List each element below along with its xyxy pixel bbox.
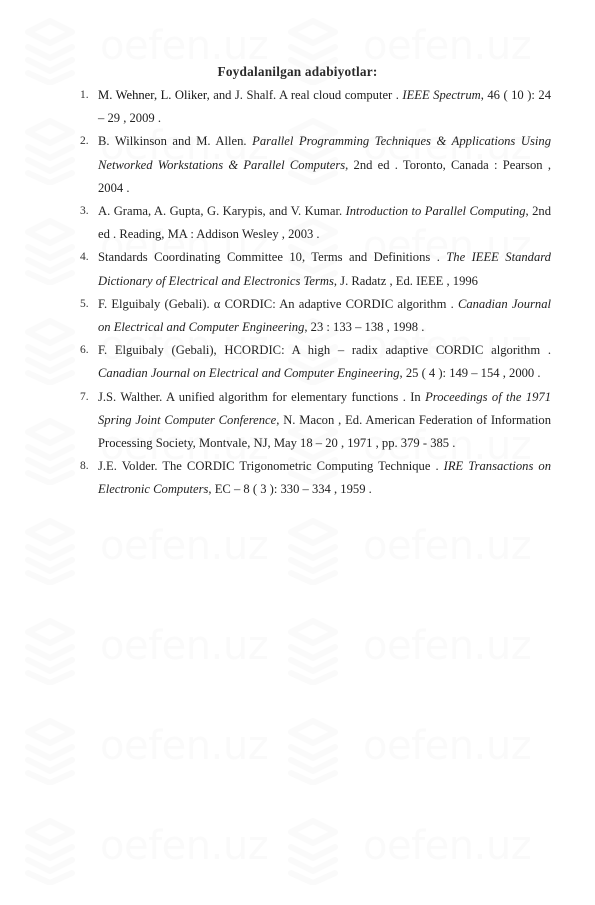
reference-number: 8. [80, 460, 89, 473]
reference-text: F. Elguibaly (Gebali), HCORDIC: A high –… [98, 343, 551, 358]
reference-text: B. Wilkinson and M. Allen. [98, 134, 253, 149]
reference-item: 2. B. Wilkinson and M. Allen. Parallel Pr… [80, 130, 551, 200]
reference-item: 8. J.E. Volder. The CORDIC Trigonometric … [80, 455, 551, 501]
reference-text: J.E. Volder. The CORDIC Trigonometric Co… [98, 459, 444, 474]
reference-text: , J. Radatz , Ed. IEEE , 1996 [333, 273, 478, 288]
reference-source-title: IEEE Spectrum [402, 88, 481, 102]
reference-authors: M. Wehner, L. Oliker [98, 88, 207, 102]
document-page: Foydalanilgan adabiyotlar: 1. M. Wehner, … [0, 0, 595, 842]
reference-text: A. Grama, A. Gupta, G. Karypis, and V. K… [98, 204, 346, 219]
reference-number: 5. [80, 297, 89, 310]
reference-text: J.S. Walther. A unified algorithm for el… [98, 389, 426, 404]
reference-item: 3. A. Grama, A. Gupta, G. Karypis, and V.… [80, 200, 551, 246]
reference-number: 6. [80, 344, 89, 357]
reference-number: 4. [80, 251, 89, 264]
reference-number: 1. [80, 89, 89, 101]
reference-text: , 23 : 133 – 138 , 1998 . [304, 320, 425, 335]
reference-item: 5. F. Elguibaly (Gebali). α CORDIC: An ad… [80, 293, 551, 339]
reference-text: , and J. Shalf. A real cloud computer . [206, 88, 403, 102]
reference-item: 6. F. Elguibaly (Gebali), HCORDIC: A high… [80, 339, 551, 385]
reference-number: 2. [80, 135, 89, 148]
reference-source-title: Introduction to Parallel Computing [345, 204, 526, 219]
page-title: Foydalanilgan adabiyotlar: [217, 64, 378, 79]
reference-list: 1. M. Wehner, L. Oliker, and J. Shalf. A … [80, 84, 551, 502]
reference-text: F. Elguibaly (Gebali). α CORDIC: An adap… [98, 296, 458, 311]
reference-text: Standards Coordinating Committee 10, Ter… [98, 250, 447, 265]
reference-item: 7. J.S. Walther. A unified algorithm for … [80, 386, 551, 456]
reference-number: 7. [80, 390, 89, 403]
reference-text: , 25 ( 4 ): 149 – 154 , 2000 . [399, 366, 541, 381]
reference-number: 3. [80, 205, 89, 218]
reference-source-title: Canadian Journal on Electrical and Compu… [98, 366, 400, 381]
reference-text: , EC – 8 ( 3 ): 330 – 334 , 1959 . [208, 482, 372, 497]
reference-item: 4. Standards Coordinating Committee 10, T… [80, 246, 551, 292]
reference-item: 1. M. Wehner, L. Oliker, and J. Shalf. A … [80, 84, 551, 130]
